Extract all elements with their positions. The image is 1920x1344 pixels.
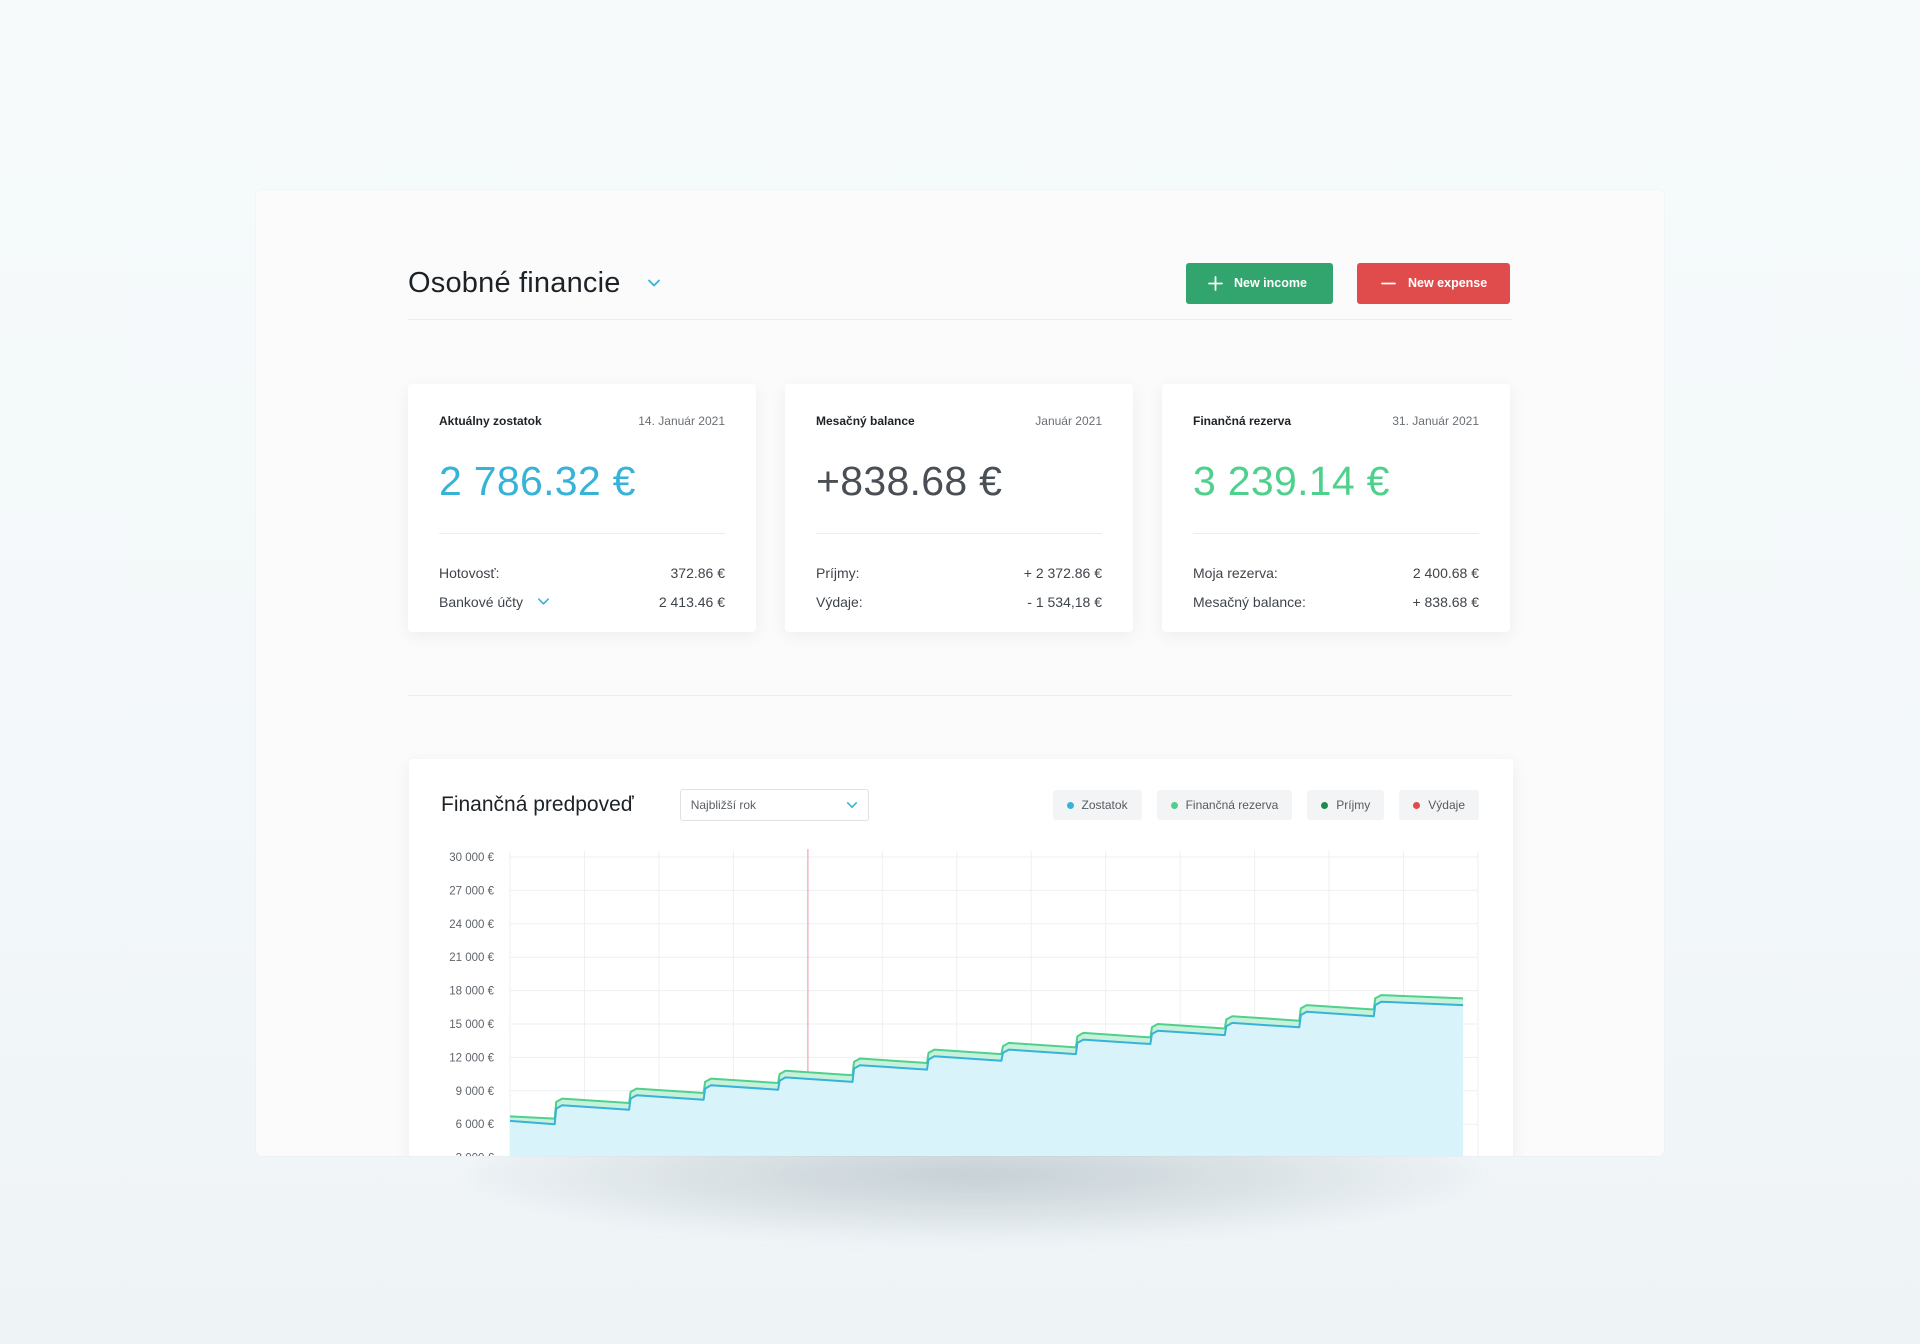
row-value: 2 413.46 €: [658, 593, 725, 610]
minus-icon: [1381, 282, 1396, 284]
card-row: Hotovosť: 372.86 €: [439, 558, 725, 587]
row-value: + 838.68 €: [1412, 593, 1479, 610]
card-financial-reserve: Finančná rezerva 31. Január 2021 3 239.1…: [1162, 384, 1510, 632]
y-tick-label: 3 000 €: [456, 1153, 495, 1156]
y-tick-label: 12 000 €: [449, 1052, 494, 1064]
row-label: Mesačný balance:: [1193, 593, 1306, 610]
card-divider: [816, 533, 1102, 534]
card-row: Mesačný balance: + 838.68 €: [1193, 587, 1479, 616]
section-divider: [408, 695, 1512, 696]
y-tick-label: 15 000 €: [449, 1019, 494, 1031]
card-divider: [1193, 533, 1479, 534]
card-date: 14. Január 2021: [638, 414, 725, 428]
new-income-label: New income: [1234, 276, 1307, 290]
card-label: Mesačný balance: [816, 414, 915, 428]
row-value: - 1 534,18 €: [1027, 593, 1102, 610]
forecast-chart: 30 000 € 27 000 € 24 000 € 21 000 € 18 000 €…: [449, 849, 1479, 1156]
card-amount: 2 786.32 €: [439, 458, 636, 504]
row-value: 2 400.68 €: [1412, 564, 1479, 581]
card-date: Január 2021: [1035, 414, 1102, 428]
row-label: Výdaje:: [816, 593, 863, 610]
row-label: Príjmy:: [816, 564, 860, 581]
card-amount: 3 239.14 €: [1193, 458, 1390, 504]
row-label: Moja rezerva:: [1193, 564, 1278, 581]
card-label: Aktuálny zostatok: [439, 414, 542, 428]
card-row: Výdaje: - 1 534,18 €: [816, 587, 1102, 616]
card-monthly-balance: Mesačný balance Január 2021 +838.68 € Pr…: [785, 384, 1133, 632]
page-header: Osobné financie New income New expense: [408, 255, 1512, 311]
row-value: + 2 372.86 €: [1023, 564, 1102, 581]
title-dropdown[interactable]: Osobné financie: [408, 267, 661, 300]
card-divider: [439, 533, 725, 534]
chevron-down-icon[interactable]: [647, 276, 661, 290]
y-tick-label: 9 000 €: [456, 1086, 495, 1098]
new-expense-label: New expense: [1408, 276, 1488, 290]
y-tick-label: 30 000 €: [449, 852, 494, 864]
row-label: Hotovosť:: [439, 564, 500, 581]
plus-icon: [1208, 275, 1223, 291]
y-tick-label: 21 000 €: [449, 952, 494, 964]
card-current-balance: Aktuálny zostatok 14. Január 2021 2 786.…: [408, 384, 756, 632]
chevron-down-icon[interactable]: [537, 595, 550, 608]
card-label: Finančná rezerva: [1193, 414, 1292, 428]
card-row: Bankové účty 2 413.46 €: [439, 587, 725, 616]
card-row: Moja rezerva: 2 400.68 €: [1193, 558, 1479, 587]
card-row: Príjmy: + 2 372.86 €: [816, 558, 1102, 587]
y-tick-label: 27 000 €: [449, 885, 494, 897]
header-divider: [408, 319, 1512, 320]
bank-accounts-toggle[interactable]: Bankové účty: [439, 594, 550, 610]
row-value: 372.86 €: [670, 564, 726, 581]
new-expense-button[interactable]: New expense: [1357, 262, 1510, 304]
y-tick-label: 6 000 €: [456, 1119, 495, 1131]
summary-cards: Aktuálny zostatok 14. Január 2021 2 786.…: [408, 384, 1512, 632]
new-income-button[interactable]: New income: [1186, 262, 1333, 304]
balance-area: [510, 1001, 1464, 1156]
y-tick-label: 24 000 €: [449, 919, 494, 931]
header-actions: New income New expense: [1186, 262, 1510, 304]
page-title: Osobné financie: [408, 266, 621, 299]
card-date: 31. Január 2021: [1392, 414, 1479, 428]
card-amount: +838.68 €: [816, 458, 1003, 504]
dashboard-frame: Osobné financie New income New expense A…: [256, 190, 1664, 1156]
y-tick-label: 18 000 €: [449, 986, 494, 998]
forecast-panel: Finančná predpoveď Najbližší rok Zostato…: [409, 759, 1513, 1156]
row-label: Bankové účty: [439, 593, 524, 610]
